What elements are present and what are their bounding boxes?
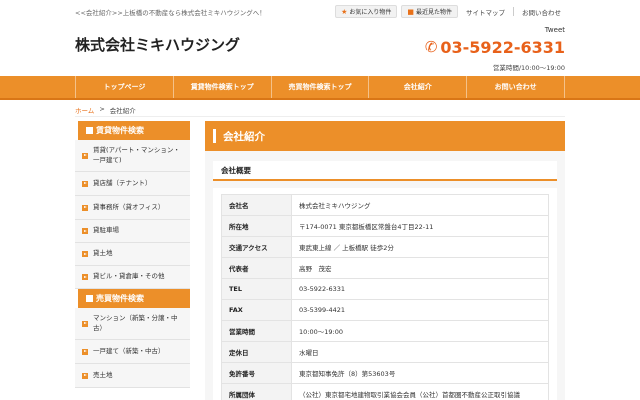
company-info: 会社名 株式会社ミキハウジング 所在地 〒174-0071 東京都板橋区常盤台4… [213,188,557,400]
page-title: 会社紹介 [205,121,565,151]
sidebar-heading-rental: 賃貸物件検索 [75,121,190,140]
sidebar-item-rental-office[interactable]: 貸事務所（貸オフィス） [75,196,190,220]
breadcrumb-current: 会社紹介 [109,107,136,115]
clock-icon: ■ [407,7,414,16]
sidebar-item-sale-land[interactable]: 売土地 [75,364,190,388]
sidebar-heading-sale: 売買物件検索 [75,289,190,308]
nav-item-contact[interactable]: お問い合わせ [467,76,565,98]
star-icon: ★ [341,7,348,16]
content-box: 会社概要 会社名 株式会社ミキハウジング 所在地 〒174-0071 東京都板橋… [205,151,565,400]
sitemap-link[interactable]: サイトマップ [462,7,509,17]
favorites-button[interactable]: ★ お気に入り物件 [335,5,398,18]
row-value: 03-5922-6331 [291,278,549,300]
contact-link[interactable]: お問い合わせ [518,7,565,17]
table-row: 所在地 〒174-0071 東京都板橋区常盤台4丁目22-11 [221,215,549,237]
phone-block: ✆ 03-5922-6331 [425,38,565,57]
tweet-button[interactable]: Tweet [545,26,565,34]
row-value: 〒174-0071 東京都板橋区常盤台4丁目22-11 [291,215,549,237]
breadcrumb-divider [75,116,565,117]
row-label: FAX [221,299,292,321]
row-label: 免許番号 [221,362,292,384]
nav-item-top[interactable]: トップページ [75,76,174,98]
utility-bar: ★ お気に入り物件 ■ 最近見た物件 サイトマップ お問い合わせ [335,5,565,18]
section-title: 会社概要 [213,161,557,181]
sidebar-heading-label: 売買物件検索 [96,294,144,303]
row-value: 高野 茂宏 [291,257,549,279]
recent-label: 最近見た物件 [415,9,452,16]
global-nav: トップページ 賃貸物件検索トップ 売買物件検索トップ 会社紹介 お問い合わせ [0,76,640,100]
row-value: 東武東上線 ／ 上板橋駅 徒歩2分 [291,236,549,258]
row-value: 03-5399-4421 [291,299,549,321]
row-label: 営業時間 [221,320,292,342]
row-label: TEL [221,278,292,300]
table-row: FAX 03-5399-4421 [221,299,549,321]
phone-icon: ✆ [424,38,438,56]
sidebar-item-sale-house[interactable]: 一戸建て（新築・中古） [75,340,190,364]
nav-item-company[interactable]: 会社紹介 [369,76,468,98]
table-row: TEL 03-5922-6331 [221,278,549,300]
nav-item-sale-search[interactable]: 売買物件検索トップ [272,76,370,98]
utility-divider [513,7,514,16]
row-value: 10:00～19:00 [291,320,549,342]
row-label: 会社名 [221,194,292,216]
row-value: 水曜日 [291,341,549,363]
table-row: 免許番号 東京都知事免許（8）第53603号 [221,362,549,384]
sidebar: 賃貸物件検索 賃貸(アパート・マンション・一戸建て) 貸店舗（テナント） 貸事務… [75,121,190,388]
row-label: 所属団体 [221,383,292,400]
site-logo[interactable]: 株式会社ミキハウジング [75,34,240,55]
row-value: 東京都知事免許（8）第53603号 [291,362,549,384]
sidebar-item-rental-residential[interactable]: 賃貸(アパート・マンション・一戸建て) [75,140,190,172]
table-row: 交通アクセス 東武東上線 ／ 上板橋駅 徒歩2分 [221,236,549,258]
row-label: 代表者 [221,257,292,279]
row-label: 交通アクセス [221,236,292,258]
row-label: 所在地 [221,215,292,237]
title-accent-bar [213,129,216,143]
sidebar-item-rental-other[interactable]: 貸ビル・貸倉庫・その他 [75,266,190,289]
sidebar-item-rental-store[interactable]: 貸店舗（テナント） [75,172,190,196]
table-row: 会社名 株式会社ミキハウジング [221,194,549,216]
main-content: 会社紹介 会社概要 会社名 株式会社ミキハウジング 所在地 〒174-0071 … [205,121,565,400]
square-icon [86,127,93,134]
breadcrumb-home[interactable]: ホーム [75,105,94,115]
breadcrumb: ホーム > 会社紹介 [75,105,136,115]
table-row: 所属団体 （公社）東京都宅地建物取引業協会会員（公社）首都圏不動産公正取引協議 [221,383,549,400]
sidebar-item-rental-land[interactable]: 貸土地 [75,243,190,266]
sidebar-item-sale-mansion[interactable]: マンション（新築・分譲・中古） [75,308,190,340]
company-info-table: 会社名 株式会社ミキハウジング 所在地 〒174-0071 東京都板橋区常盤台4… [221,194,549,400]
site-tagline: <<会社紹介>>上板橋の不動産なら株式会社ミキハウジングへ！ [75,9,266,17]
row-label: 定休日 [221,341,292,363]
square-icon [86,295,93,302]
business-hours: 営業時間/10:00～19:00 [492,64,565,72]
nav-item-rental-search[interactable]: 賃貸物件検索トップ [174,76,272,98]
phone-number[interactable]: 03-5922-6331 [440,38,565,57]
sidebar-item-rental-parking[interactable]: 貸駐車場 [75,220,190,243]
row-value: 株式会社ミキハウジング [291,194,549,216]
table-row: 定休日 水曜日 [221,341,549,363]
sidebar-heading-label: 賃貸物件検索 [96,126,144,135]
table-row: 営業時間 10:00～19:00 [221,320,549,342]
breadcrumb-separator: > [99,105,105,113]
recent-button[interactable]: ■ 最近見た物件 [401,5,458,18]
favorites-label: お気に入り物件 [349,9,392,16]
row-value: （公社）東京都宅地建物取引業協会会員（公社）首都圏不動産公正取引協議 [291,383,549,400]
table-row: 代表者 高野 茂宏 [221,257,549,279]
page-title-text: 会社紹介 [223,130,265,143]
